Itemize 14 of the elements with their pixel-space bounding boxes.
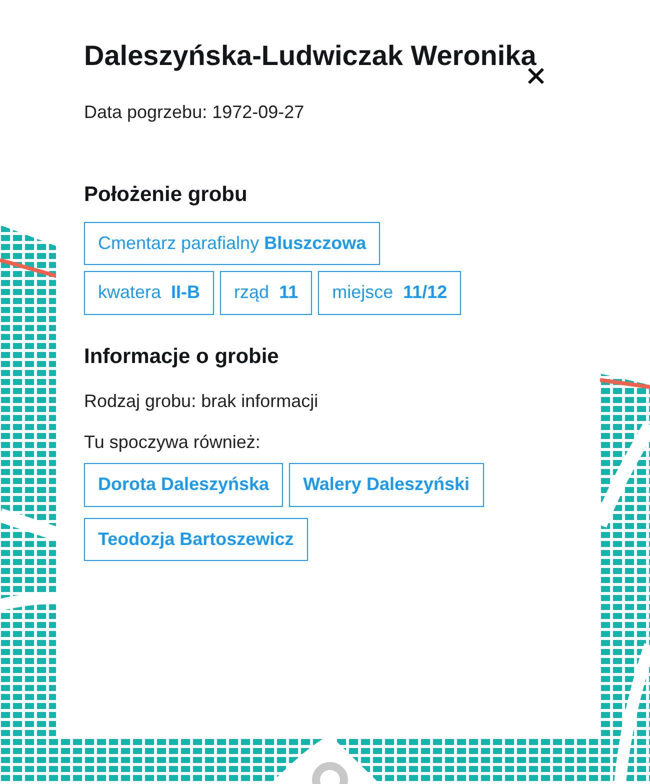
section-heading: Informacje o grobie: [84, 344, 280, 370]
cemetery-link[interactable]: Cmentarz parafialny Bluszczowa: [84, 222, 380, 266]
close-icon[interactable]: [526, 66, 546, 86]
person-name: Daleszyńska-Ludwiczak Weronika: [84, 39, 538, 73]
grave-type: Rodzaj grobu: brak informacji: [84, 390, 320, 414]
location-chip[interactable]: miejsce 11/12: [318, 271, 462, 315]
person-link[interactable]: Dorota Daleszyńska: [84, 463, 284, 507]
location-chip[interactable]: kwatera II-B: [84, 271, 214, 315]
location-chip[interactable]: rząd 11: [220, 271, 312, 315]
person-link[interactable]: Teodozja Bartoszewicz: [84, 518, 308, 562]
also-buried-label: Tu spoczywa również:: [84, 431, 262, 454]
person-link[interactable]: Walery Daleszyński: [289, 463, 484, 507]
burial-date: Data pogrzebu: 1972-09-27: [84, 101, 306, 124]
section-heading: Położenie grobu: [84, 182, 248, 208]
